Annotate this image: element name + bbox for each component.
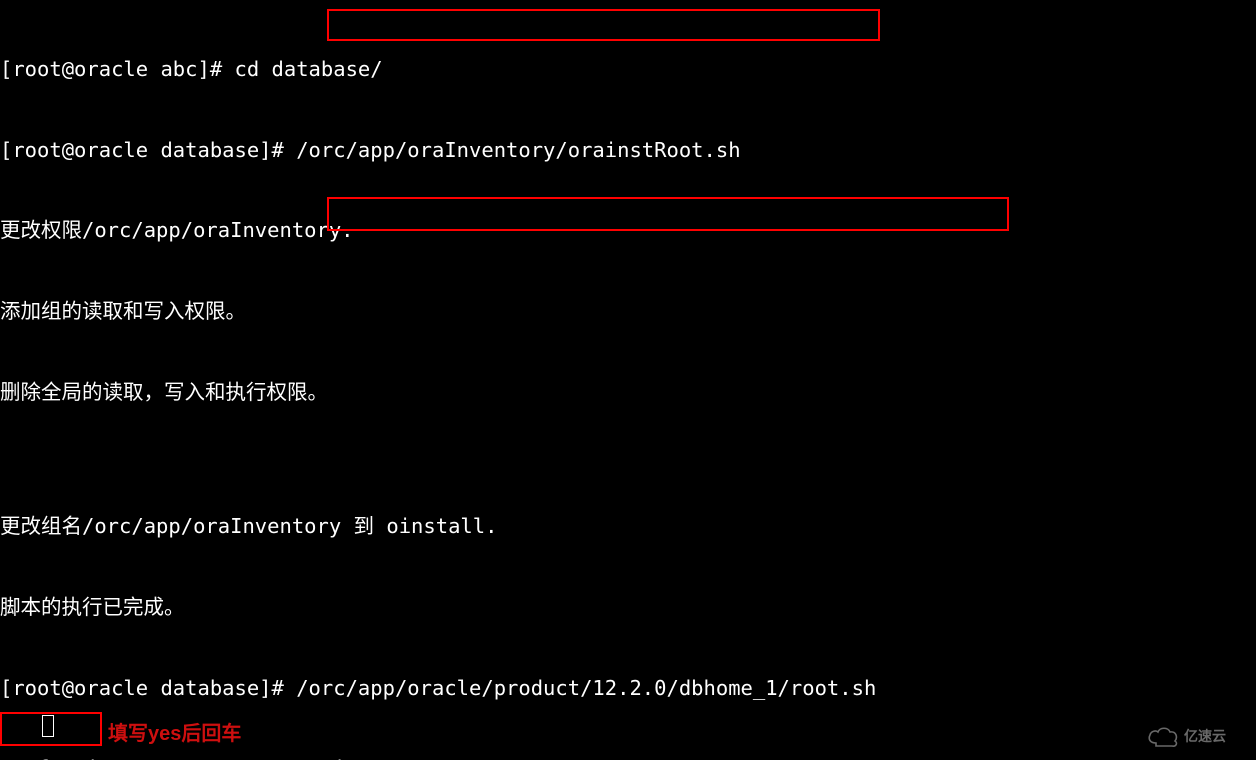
shell-prompt: [root@oracle database]# — [0, 676, 296, 700]
command-text: /orc/app/oracle/product/12.2.0/dbhome_1/… — [296, 676, 876, 700]
terminal-line: [root@oracle database]# /orc/app/oracle/… — [0, 675, 1256, 702]
terminal-line: [root@oracle database]# /orc/app/oraInve… — [0, 137, 1256, 164]
annotation-label: 填写yes后回车 — [108, 721, 241, 748]
highlight-box — [327, 9, 880, 41]
shell-prompt: [root@oracle database]# — [0, 138, 296, 162]
watermark-text: 亿速云 — [1184, 723, 1226, 750]
terminal-line: [root@oracle abc]# cd database/ — [0, 56, 1256, 83]
cloud-icon — [1146, 725, 1180, 747]
terminal-line: 更改组名/orc/app/oraInventory 到 oinstall. — [0, 513, 1256, 540]
command-text: /orc/app/oraInventory/orainstRoot.sh — [296, 138, 740, 162]
terminal-window[interactable]: [root@oracle abc]# cd database/ [root@or… — [0, 0, 1256, 760]
watermark: 亿速云 — [1146, 718, 1242, 754]
terminal-line: 脚本的执行已完成。 — [0, 594, 1256, 621]
terminal-line: Performing root user operation. — [0, 755, 1256, 760]
terminal-cursor — [42, 715, 54, 737]
terminal-line: 更改权限/orc/app/oraInventory. — [0, 217, 1256, 244]
terminal-line: 删除全局的读取，写入和执行权限。 — [0, 379, 1256, 406]
terminal-line: 添加组的读取和写入权限。 — [0, 298, 1256, 325]
